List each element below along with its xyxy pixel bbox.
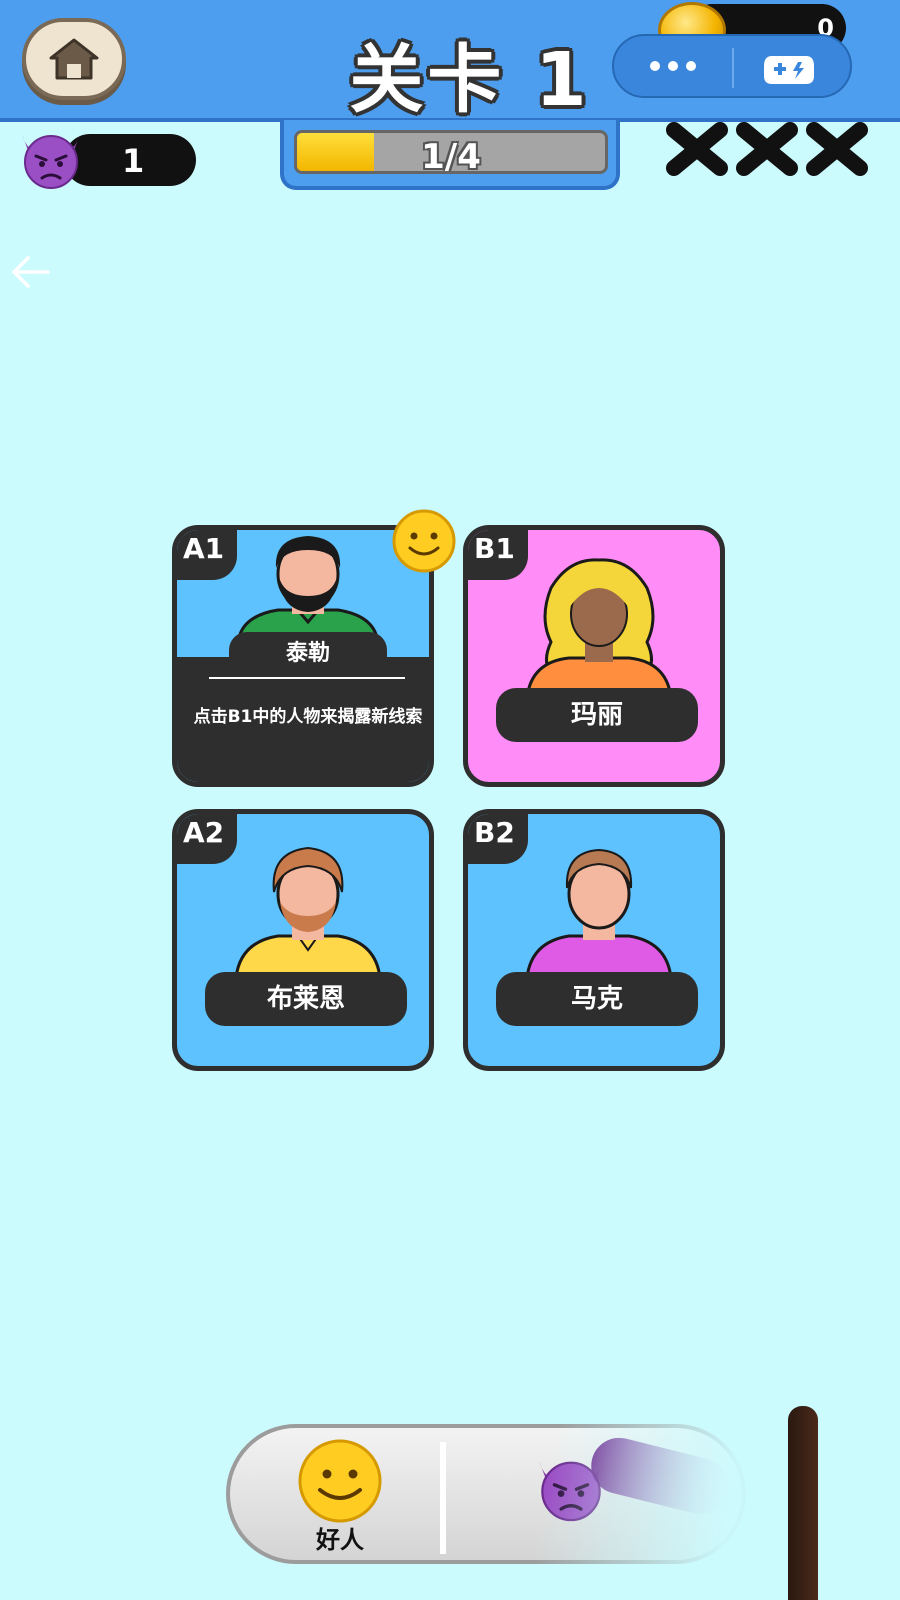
card-tag: B2 (468, 814, 528, 864)
level-title: 关卡 1 (349, 37, 591, 123)
progress-bar: 1/4 (294, 130, 608, 174)
more-icon[interactable] (650, 56, 710, 76)
suspect-card-b2[interactable]: 马克 B2 (463, 809, 725, 1071)
avatar (234, 846, 382, 978)
smiley-face-icon[interactable] (290, 1438, 390, 1524)
dock-fade-overlay (520, 1400, 900, 1600)
suspect-card-b1[interactable]: 玛丽 B1 (463, 525, 725, 787)
devil-face-icon (22, 134, 80, 189)
home-icon (49, 38, 99, 80)
card-name-label: 马克 (496, 972, 698, 1026)
back-arrow-icon[interactable] (8, 252, 52, 292)
card-hint-text: 点击B1中的人物来揭露新线索 (193, 707, 423, 727)
card-name-label: 布莱恩 (205, 972, 407, 1026)
good-person-label[interactable]: 好人 (292, 1520, 388, 1555)
drag-handle[interactable] (788, 1406, 818, 1600)
avatar (236, 536, 380, 644)
strike-x-icon (806, 122, 868, 176)
strike-x-icon (736, 122, 798, 176)
strike-x-icon (666, 122, 728, 176)
avatar (525, 848, 673, 978)
strikes (664, 122, 870, 176)
gamepad-icon[interactable] (762, 48, 816, 88)
avatar (525, 558, 673, 698)
card-name-label: 玛丽 (496, 688, 698, 742)
home-button[interactable] (22, 18, 126, 100)
villain-counter: 1 (12, 126, 202, 196)
suspect-card-a2[interactable]: 布莱恩 A2 (172, 809, 434, 1071)
dock-divider (440, 1442, 446, 1554)
card-name-label: 泰勒 (229, 632, 387, 676)
card-tag: B1 (468, 530, 528, 580)
mini-program-capsule (612, 34, 852, 98)
smiley-badge-icon (392, 509, 456, 573)
card-tag: A2 (177, 814, 237, 864)
capsule-divider (732, 48, 734, 88)
villain-count: 1 (122, 142, 145, 180)
card-tag: A1 (177, 530, 237, 580)
card-divider (209, 677, 405, 679)
progress-panel: 1/4 (280, 120, 620, 190)
progress-text: 1/4 (421, 137, 481, 174)
